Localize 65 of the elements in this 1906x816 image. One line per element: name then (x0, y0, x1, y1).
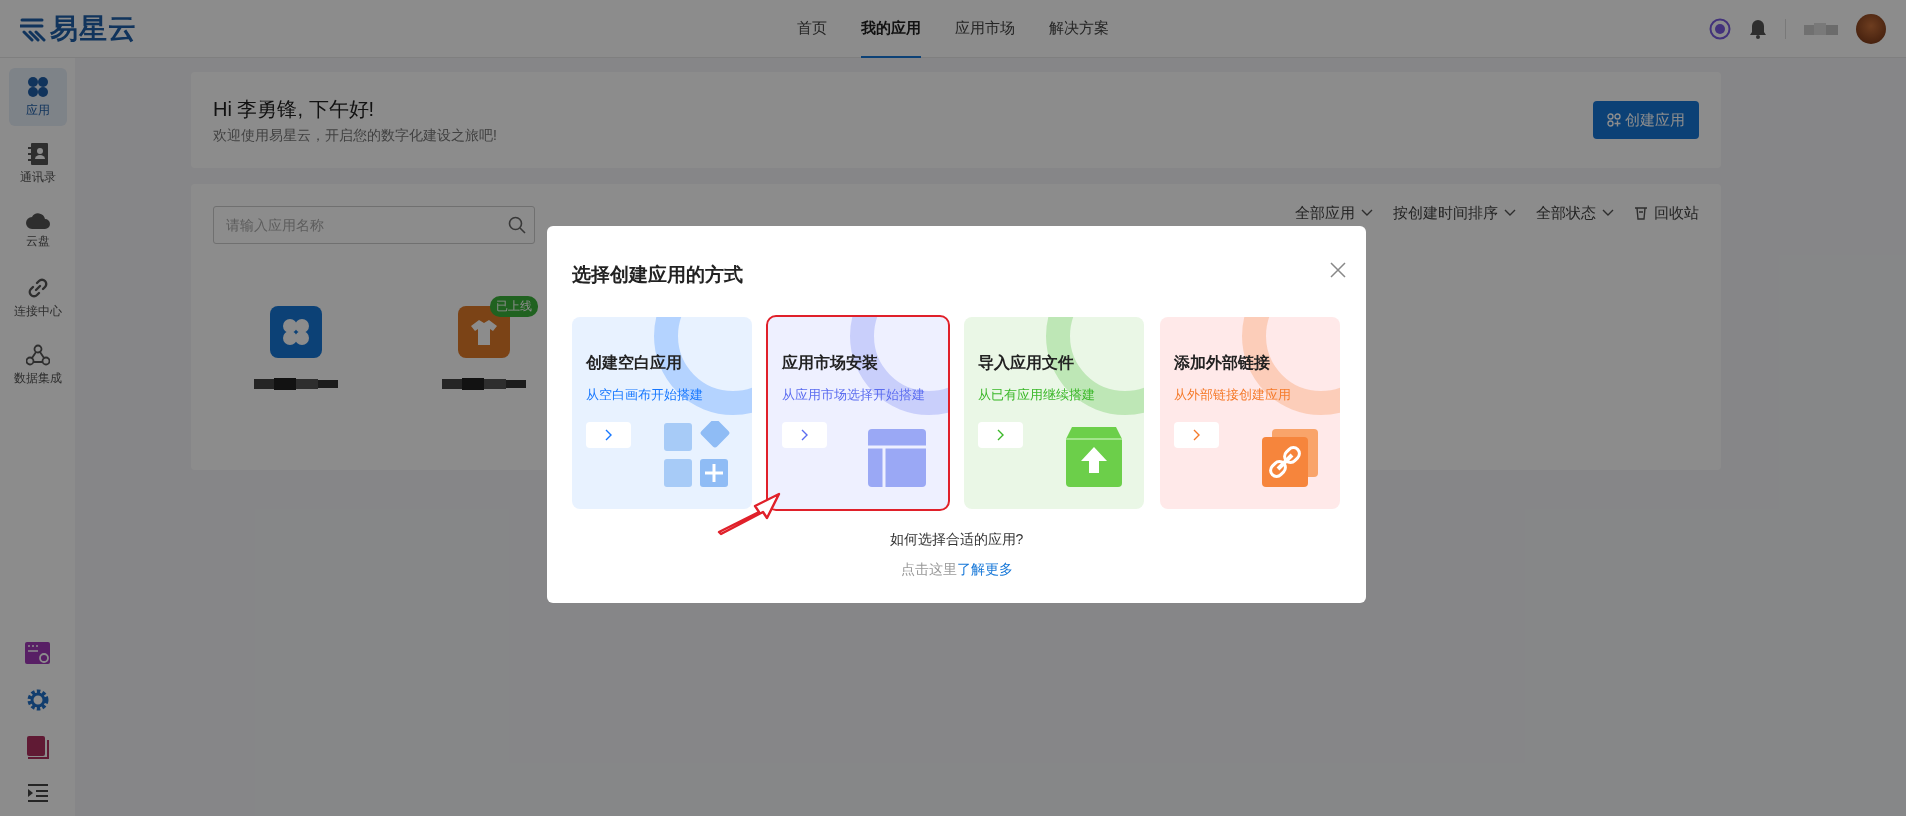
nav-tab[interactable]: 首页 (797, 0, 827, 58)
ai-icon[interactable] (1709, 17, 1731, 40)
apps-plus-icon (1607, 113, 1621, 127)
greeting-subtitle: 欢迎使用易星云，开启您的数字化建设之旅吧! (213, 126, 497, 145)
filter-dropdown[interactable]: 全部应用 (1295, 203, 1373, 223)
filter-dropdown[interactable]: 全部状态 (1536, 203, 1614, 223)
cloud-icon (25, 212, 50, 229)
nav-tab[interactable]: 我的应用 (861, 0, 921, 58)
option-title: 导入应用文件 (978, 353, 1075, 373)
settings-icon[interactable] (25, 688, 50, 712)
nav-tab[interactable]: 解决方案 (1049, 0, 1109, 58)
learn-more-link[interactable]: 了解更多 (956, 561, 1013, 577)
option-card[interactable]: 导入应用文件 从已有应用继续搭建 (964, 317, 1144, 509)
chevron-right-icon (996, 429, 1005, 441)
sidebar-item[interactable]: 数据集成 (8, 336, 67, 394)
chevron-right-icon (1192, 429, 1201, 441)
indent-icon[interactable] (27, 784, 48, 802)
chevron-down-icon (1504, 209, 1516, 217)
option-title: 创建空白应用 (586, 353, 683, 373)
option-subtitle: 从空白画布开始搭建 (586, 386, 704, 404)
sidebar-item[interactable]: 应用 (8, 68, 67, 126)
layout-icon (868, 429, 926, 487)
go-button[interactable] (586, 422, 631, 448)
book-icon[interactable] (26, 736, 49, 760)
search-icon[interactable] (508, 216, 526, 234)
option-subtitle: 从应用市场选择开始搭建 (782, 386, 926, 404)
box-upload-icon (1066, 427, 1122, 487)
greeting-title: Hi 李勇锋, 下午好! (213, 96, 376, 122)
trash-icon (1634, 206, 1648, 220)
status-badge: 已上线 (490, 296, 538, 317)
link-icon (26, 276, 49, 299)
calendar-gear-icon[interactable] (24, 642, 51, 664)
logo-text: 易星云 (50, 11, 137, 46)
option-subtitle: 从已有应用继续搭建 (978, 386, 1096, 404)
go-button[interactable] (782, 422, 827, 448)
create-app-button[interactable]: 创建应用 (1593, 101, 1699, 139)
modal-title: 选择创建应用的方式 (572, 263, 743, 287)
option-title: 应用市场安装 (782, 353, 879, 373)
recycle-bin-button[interactable]: 回收站 (1634, 203, 1699, 223)
chevron-right-icon (604, 429, 613, 441)
grid-plus-icon (664, 421, 730, 487)
link-icon (1262, 429, 1318, 487)
help-question: 如何选择合适的应用? (888, 531, 1025, 549)
option-subtitle: 从外部链接创建应用 (1174, 386, 1292, 404)
bell-icon[interactable] (1749, 18, 1767, 39)
app-icon[interactable] (270, 306, 322, 358)
option-card[interactable]: 添加外部链接 从外部链接创建应用 (1160, 317, 1340, 509)
close-icon[interactable] (1330, 262, 1346, 278)
user-avatar[interactable] (1856, 13, 1886, 44)
grid-icon (26, 75, 49, 98)
sidebar-item[interactable]: 连接中心 (8, 269, 67, 327)
network-icon (25, 343, 50, 366)
option-title: 添加外部链接 (1174, 353, 1271, 373)
sidebar-item[interactable]: 云盘 (8, 202, 67, 260)
nav-tab[interactable]: 应用市场 (955, 0, 1015, 58)
sidebar-item[interactable]: 通讯录 (8, 135, 67, 193)
chevron-down-icon (1361, 209, 1373, 217)
blurred-name-drawing (1804, 20, 1838, 37)
option-card[interactable]: 应用市场安装 从应用市场选择开始搭建 (768, 317, 948, 509)
option-card[interactable]: 创建空白应用 从空白画布开始搭建 (572, 317, 752, 509)
filter-dropdown[interactable]: 按创建时间排序 (1393, 203, 1516, 223)
contact-book-icon (27, 142, 48, 165)
help-text: 点击这里了解更多 (899, 561, 1014, 579)
chevron-right-icon (800, 429, 809, 441)
chevron-down-icon (1602, 209, 1614, 217)
